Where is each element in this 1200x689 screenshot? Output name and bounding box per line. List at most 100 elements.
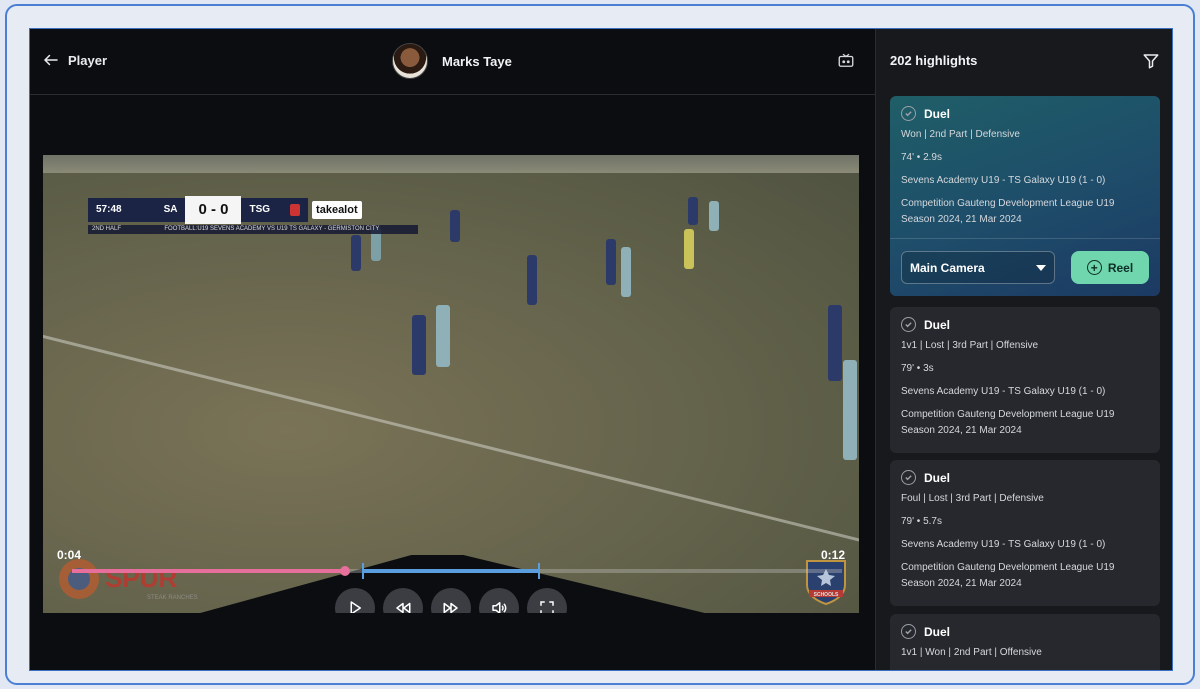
seek-knob[interactable] bbox=[340, 566, 350, 576]
pitch-player bbox=[351, 235, 361, 271]
player-name: Marks Taye bbox=[442, 53, 512, 69]
rewind-icon bbox=[396, 602, 411, 613]
camera-select[interactable]: Main Camera bbox=[901, 251, 1055, 284]
card-time: 74' • 2.9s bbox=[901, 152, 942, 163]
check-circle-icon[interactable] bbox=[901, 624, 916, 639]
filter-icon[interactable] bbox=[1142, 52, 1160, 70]
away-crest-icon bbox=[290, 203, 301, 216]
highlight-card[interactable]: Duel 1v1 | Won | 2nd Part | Offensive bbox=[890, 614, 1160, 670]
check-circle-icon[interactable] bbox=[901, 317, 916, 332]
period-label: 2ND HALF bbox=[92, 226, 122, 232]
card-title: Duel bbox=[924, 317, 951, 332]
card-header: Duel bbox=[901, 624, 1149, 639]
game-clock: 57:48 bbox=[96, 204, 122, 215]
pitch-player bbox=[606, 239, 616, 285]
rewind-button[interactable] bbox=[383, 588, 423, 613]
current-time: 0:04 bbox=[57, 548, 82, 562]
card-tags: Foul | Lost | 3rd Part | Defensive bbox=[901, 493, 1044, 504]
cast-icon[interactable] bbox=[837, 52, 855, 70]
card-title: Duel bbox=[924, 624, 951, 639]
scoreboard-home: 57:48 SA bbox=[88, 197, 186, 222]
card-tags: 1v1 | Lost | 3rd Part | Offensive bbox=[901, 340, 1039, 351]
reel-label: Reel bbox=[1107, 260, 1134, 275]
avatar bbox=[392, 43, 428, 79]
card-actions: Main Camera + Reel bbox=[890, 238, 1160, 296]
play-icon bbox=[350, 601, 361, 613]
back-button[interactable]: Player bbox=[42, 51, 107, 69]
card-header: Duel bbox=[901, 317, 1149, 332]
pitch-player bbox=[412, 315, 426, 375]
camera-select-value: Main Camera bbox=[910, 260, 985, 275]
card-competition: Competition Gauteng Development League U… bbox=[901, 409, 1115, 420]
card-time: 79' • 5.7s bbox=[901, 516, 942, 527]
segment-end-marker[interactable] bbox=[538, 563, 540, 579]
badge-text: SCHOOLS bbox=[814, 592, 839, 598]
card-competition: Competition Gauteng Development League U… bbox=[901, 562, 1115, 573]
schools-badge-icon: SCHOOLS bbox=[806, 560, 846, 605]
check-circle-icon[interactable] bbox=[901, 106, 916, 121]
fast-forward-button[interactable] bbox=[431, 588, 471, 613]
app-window: Player Marks Taye 57:48 SA 0 - 0 TSG tak… bbox=[29, 28, 1173, 671]
fast-forward-icon bbox=[443, 602, 458, 613]
volume-button[interactable] bbox=[479, 588, 519, 613]
spur-watermark: SPUR STEAK RANCHES bbox=[59, 559, 198, 601]
match-subtitle: FOOTBALL:U19 SEVENS ACADEMY VS U19 TS GA… bbox=[164, 226, 380, 232]
player-pane: Player Marks Taye 57:48 SA 0 - 0 TSG tak… bbox=[30, 29, 875, 670]
end-time: 0:12 bbox=[820, 548, 845, 562]
card-header: Duel bbox=[901, 470, 1149, 485]
highlights-count: 202 highlights bbox=[890, 53, 978, 68]
arrow-left-icon bbox=[43, 54, 58, 66]
card-match: Sevens Academy U19 - TS Galaxy U19 (1 - … bbox=[901, 539, 1106, 550]
card-season: Season 2024, 21 Mar 2024 bbox=[901, 578, 1022, 589]
highlights-panel: 202 highlights Duel Won | 2nd Part | Def… bbox=[875, 29, 1172, 670]
add-to-reel-button[interactable]: + Reel bbox=[1071, 251, 1149, 284]
pitch-player bbox=[436, 305, 450, 367]
watermark-sub: STEAK RANCHES bbox=[147, 595, 198, 601]
pitch-player bbox=[843, 360, 857, 460]
back-label: Player bbox=[68, 52, 108, 68]
top-bar: Player Marks Taye bbox=[30, 29, 875, 95]
watermark-brand: SPUR bbox=[105, 563, 177, 593]
player-profile: Marks Taye bbox=[392, 43, 512, 79]
home-team: SA bbox=[163, 204, 178, 215]
play-button[interactable] bbox=[335, 588, 375, 613]
segment-start-marker[interactable] bbox=[362, 563, 364, 579]
card-title: Duel bbox=[924, 470, 951, 485]
video-background-trees bbox=[43, 155, 859, 173]
highlight-card[interactable]: Duel Won | 2nd Part | Defensive 74' • 2.… bbox=[890, 96, 1160, 296]
card-time: 79' • 3s bbox=[901, 363, 934, 374]
card-header: Duel bbox=[901, 106, 1149, 121]
pitch-player bbox=[828, 305, 842, 381]
scoreboard-subtitle: 2ND HALF FOOTBALL:U19 SEVENS ACADEMY VS … bbox=[88, 225, 418, 234]
playback-controls bbox=[335, 588, 567, 613]
pitch-player bbox=[709, 201, 719, 231]
volume-icon bbox=[492, 602, 507, 613]
plus-circle-icon: + bbox=[1086, 260, 1102, 275]
pitch-player bbox=[684, 229, 694, 269]
card-match: Sevens Academy U19 - TS Galaxy U19 (1 - … bbox=[901, 386, 1106, 397]
pitch-player bbox=[527, 255, 537, 305]
scoreboard: 57:48 SA 0 - 0 TSG takealot bbox=[88, 194, 433, 225]
pitch-player bbox=[450, 210, 460, 242]
highlight-card[interactable]: Duel Foul | Lost | 3rd Part | Defensive … bbox=[890, 460, 1160, 606]
check-circle-icon[interactable] bbox=[901, 470, 916, 485]
pitch-line bbox=[43, 325, 859, 570]
card-tags: Won | 2nd Part | Defensive bbox=[901, 129, 1020, 140]
fullscreen-button[interactable] bbox=[527, 588, 567, 613]
pitch-player bbox=[688, 197, 698, 225]
card-tags: 1v1 | Won | 2nd Part | Offensive bbox=[901, 647, 1042, 658]
caret-down-icon bbox=[1036, 264, 1046, 271]
card-season: Season 2024, 21 Mar 2024 bbox=[901, 214, 1022, 225]
highlight-card[interactable]: Duel 1v1 | Lost | 3rd Part | Offensive 7… bbox=[890, 307, 1160, 453]
pitch-player bbox=[621, 247, 631, 297]
scoreboard-away: TSG bbox=[241, 197, 309, 222]
video-player[interactable]: 57:48 SA 0 - 0 TSG takealot 2ND HALF FOO… bbox=[43, 155, 859, 613]
seek-played bbox=[72, 569, 344, 573]
card-title: Duel bbox=[924, 106, 951, 121]
sponsor-logo: takealot bbox=[312, 200, 362, 219]
card-season: Season 2024, 21 Mar 2024 bbox=[901, 425, 1022, 436]
seek-bar[interactable] bbox=[72, 563, 842, 579]
highlight-segment bbox=[362, 569, 539, 573]
card-match: Sevens Academy U19 - TS Galaxy U19 (1 - … bbox=[901, 175, 1106, 186]
fullscreen-icon bbox=[540, 601, 554, 613]
